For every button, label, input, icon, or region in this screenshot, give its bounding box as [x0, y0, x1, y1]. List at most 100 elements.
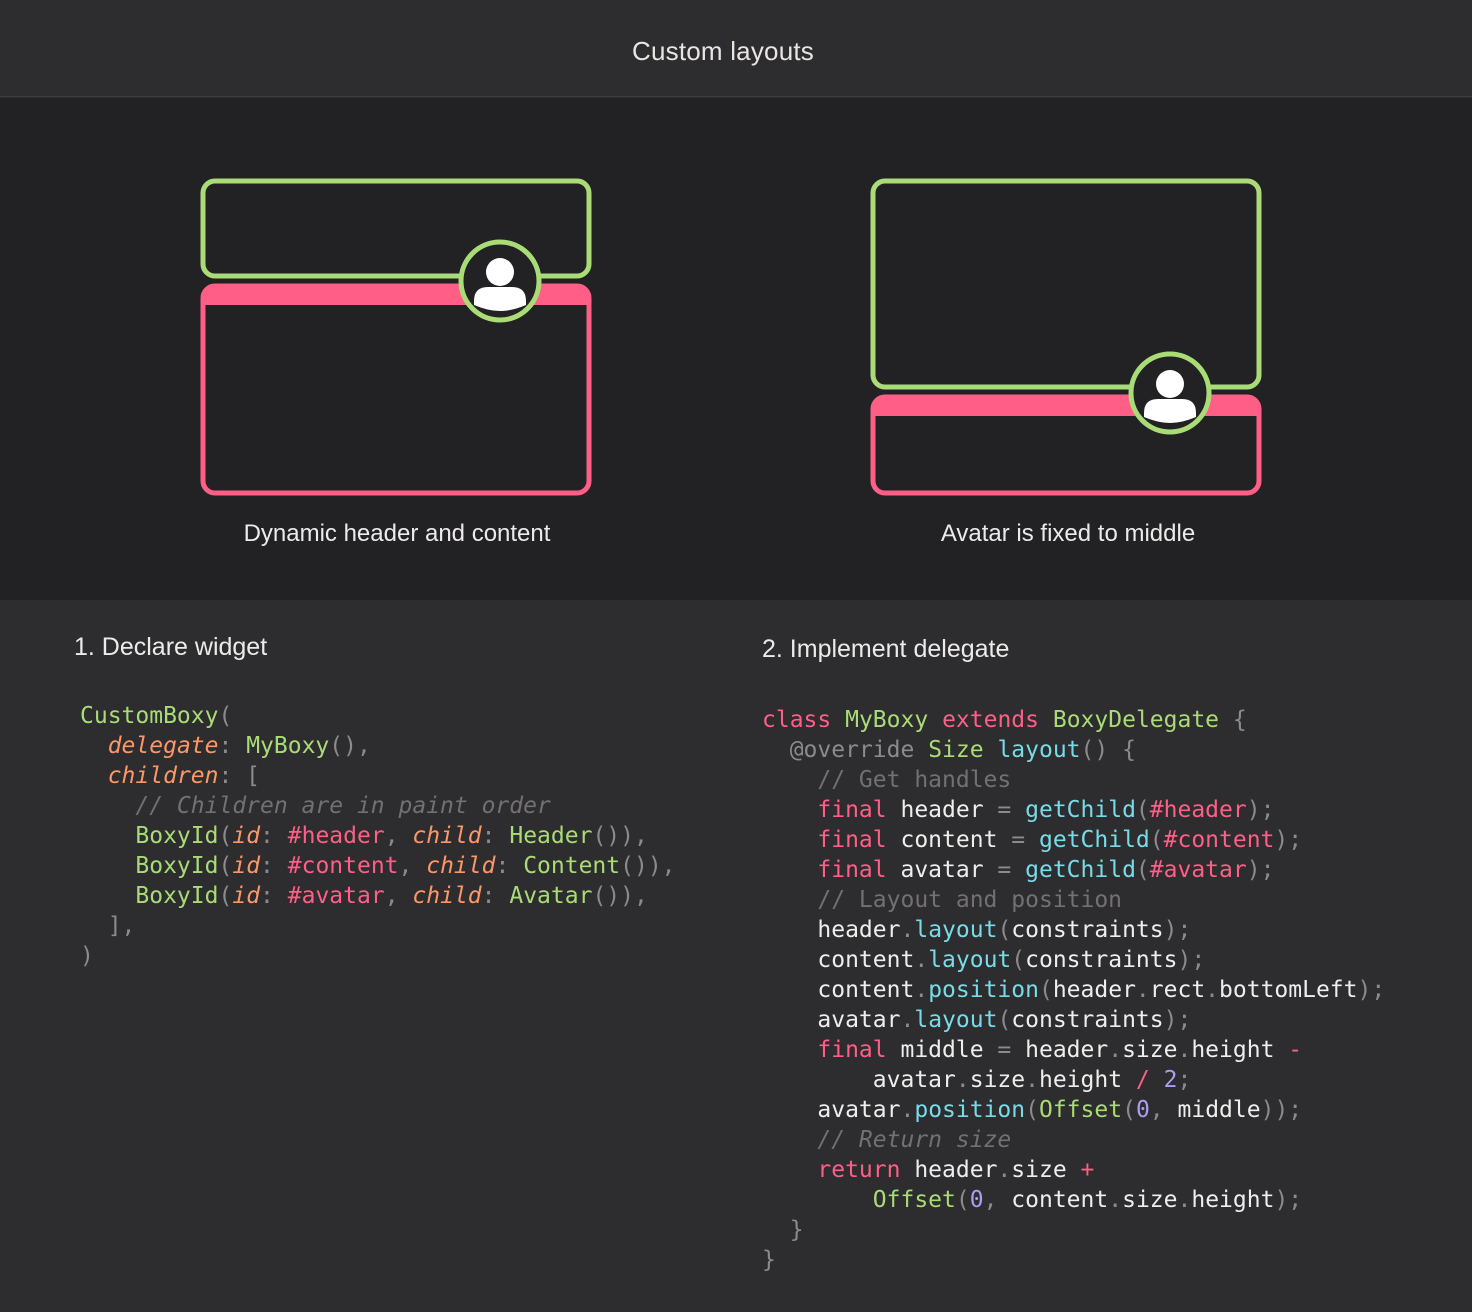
code-token: MyBoxy — [845, 707, 929, 733]
code-token: ()), — [592, 883, 648, 909]
code-token: . — [1108, 1037, 1123, 1063]
code-token: constraints — [1011, 917, 1164, 943]
code-token: , — [398, 853, 427, 879]
code-token: final — [817, 857, 887, 883]
code-line: // Children are in paint order — [80, 791, 676, 821]
code-token: // Get handles — [817, 767, 1012, 793]
code-token: Avatar — [509, 883, 593, 909]
code-token: final — [817, 827, 887, 853]
code-token: header — [1011, 1037, 1109, 1063]
code-token: layout — [997, 737, 1081, 763]
code-token: : — [481, 823, 510, 849]
code-token: // Return size — [817, 1127, 1012, 1153]
code-token: size — [1011, 1157, 1081, 1183]
code-token: layout — [914, 917, 998, 943]
code-token: ; — [1177, 1067, 1192, 1093]
diagram-fixed-middle — [870, 178, 1262, 496]
code-line: header.layout(constraints); — [762, 915, 1385, 945]
code-line: ) — [80, 941, 676, 971]
code-token: avatar — [762, 1067, 956, 1093]
code-token: Size — [928, 737, 984, 763]
code-token: ()), — [620, 853, 676, 879]
code-token: avatar — [762, 1007, 901, 1033]
code-token: height — [1038, 1067, 1136, 1093]
avatar — [1128, 351, 1212, 435]
code-token: ); — [1274, 827, 1303, 853]
code-token: content — [1011, 1187, 1109, 1213]
code-token: . — [1108, 1187, 1123, 1213]
code-token: ); — [1246, 857, 1275, 883]
code-token: ( — [1122, 1097, 1136, 1123]
code-token: height — [1191, 1187, 1275, 1213]
code-token: . — [997, 1157, 1012, 1183]
code-token: , — [384, 823, 413, 849]
code-token: { — [1232, 707, 1247, 733]
code-token: . — [1135, 977, 1150, 1003]
code-token: - — [1288, 1037, 1303, 1063]
code-token: } — [789, 1217, 804, 1243]
code-token: () { — [1080, 737, 1136, 763]
code-token: / — [1135, 1067, 1150, 1093]
code-line: content.position(header.rect.bottomLeft)… — [762, 975, 1385, 1005]
code-line: avatar.position(Offset(0, middle)); — [762, 1095, 1385, 1125]
title-bar: Custom layouts — [0, 0, 1472, 97]
content-box — [200, 283, 592, 496]
code-token: , — [983, 1187, 1012, 1213]
code-line: Offset(0, content.size.height); — [762, 1185, 1385, 1215]
code-line: final middle = header.size.height - — [762, 1035, 1385, 1065]
code-token: // Children are in paint order — [135, 793, 551, 819]
code-token: + — [1080, 1157, 1095, 1183]
code-token: constraints — [1025, 947, 1178, 973]
code-token: BoxyDelegate — [1052, 707, 1220, 733]
code-token: ); — [1163, 1007, 1192, 1033]
code-token: ( — [218, 823, 233, 849]
code-line: ], — [80, 911, 676, 941]
code-token: . — [914, 947, 929, 973]
code-token: Header — [509, 823, 593, 849]
code-token: MyBoxy — [246, 733, 330, 759]
code-token: = — [1011, 827, 1026, 853]
code-token: ], — [107, 913, 136, 939]
code-token: child — [426, 853, 496, 879]
code-token: ( — [1011, 947, 1026, 973]
code-token: height — [1191, 1037, 1289, 1063]
code-token: ); — [1274, 1187, 1303, 1213]
code-token: bottomLeft — [1219, 977, 1358, 1003]
code-token: BoxyId — [135, 853, 219, 879]
page-title: Custom layouts — [632, 36, 814, 66]
code-token: Offset — [872, 1187, 956, 1213]
code-token: id — [232, 823, 261, 849]
code-token: ); — [1246, 797, 1275, 823]
code-token: avatar — [762, 1097, 901, 1123]
code-token: size — [1122, 1037, 1178, 1063]
code-token: ()), — [592, 823, 648, 849]
code-token: delegate — [107, 733, 219, 759]
code-token: ( — [997, 1007, 1012, 1033]
code-token: ( — [218, 853, 233, 879]
code-line: final header = getChild(#header); — [762, 795, 1385, 825]
code-token: . — [955, 1067, 970, 1093]
code-token: layout — [928, 947, 1012, 973]
code-token: ( — [997, 917, 1012, 943]
code-token: = — [997, 1037, 1012, 1063]
code-token: avatar — [886, 857, 998, 883]
code-token: 0 — [969, 1187, 984, 1213]
code-token: : — [260, 883, 288, 909]
code-token: 0 — [1135, 1097, 1150, 1123]
code-token: children — [107, 763, 219, 789]
code-token: header — [886, 797, 998, 823]
code-line: BoxyId(id: #avatar, child: Avatar()), — [80, 881, 676, 911]
code-token: . — [1025, 1067, 1039, 1093]
